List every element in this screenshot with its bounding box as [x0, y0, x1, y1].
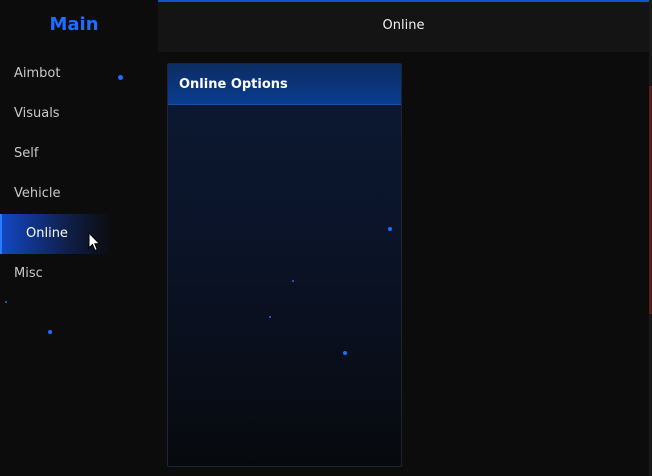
sidebar-item-vehicle[interactable]: Vehicle: [0, 174, 158, 214]
particle-dot: [292, 280, 294, 282]
sidebar-item-misc[interactable]: Misc: [0, 254, 158, 294]
page-header: Online: [158, 0, 649, 52]
sidebar-nav: Aimbot Visuals Self Vehicle Online Misc: [0, 54, 158, 294]
particle-dot: [269, 316, 271, 318]
sidebar-item-visuals[interactable]: Visuals: [0, 94, 158, 134]
particle-dot: [48, 330, 52, 334]
particle-dot: [118, 75, 123, 80]
mouse-cursor-icon: [88, 232, 101, 252]
online-options-panel: Online Options: [167, 63, 402, 467]
sidebar: Main Aimbot Visuals Self Vehicle Online …: [0, 0, 158, 476]
particle-dot: [388, 227, 392, 231]
particle-dot: [343, 351, 347, 355]
page-title: Online: [382, 18, 425, 33]
sidebar-item-aimbot[interactable]: Aimbot: [0, 54, 158, 94]
panel-title: Online Options: [168, 64, 401, 105]
sidebar-title: Main: [49, 14, 99, 35]
sidebar-item-online[interactable]: Online: [0, 214, 158, 254]
sidebar-item-self[interactable]: Self: [0, 134, 158, 174]
particle-dot: [5, 301, 7, 303]
